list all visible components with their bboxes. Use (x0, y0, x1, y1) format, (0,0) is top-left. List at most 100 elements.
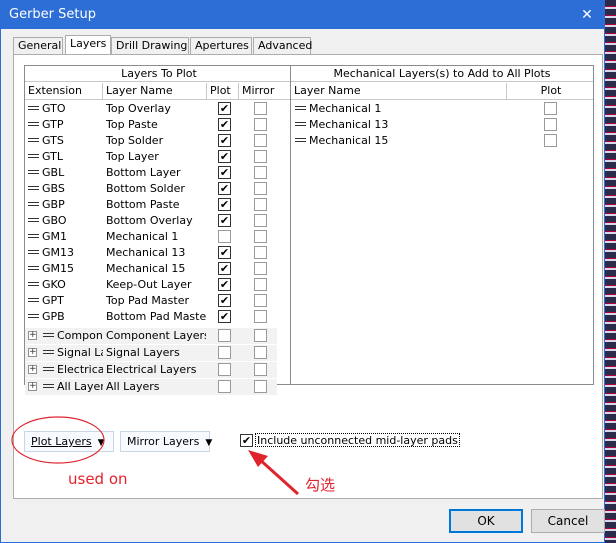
layer-line-icon (295, 106, 306, 110)
mirror-checkbox[interactable] (254, 262, 267, 275)
layer-row[interactable]: GM1 Mechanical 1 (25, 229, 293, 245)
group-plot-checkbox[interactable] (218, 363, 231, 376)
mirror-checkbox[interactable] (254, 310, 267, 323)
mirror-checkbox[interactable] (254, 278, 267, 291)
tab-drill-drawing[interactable]: Drill Drawing (111, 37, 189, 55)
mirror-checkbox[interactable] (254, 182, 267, 195)
tab-general[interactable]: General (13, 37, 63, 55)
close-icon[interactable]: ✕ (576, 4, 598, 26)
mirror-checkbox[interactable] (254, 198, 267, 211)
column-header-plot[interactable]: Plot (207, 83, 239, 99)
title-bar[interactable]: Gerber Setup ✕ (1, 1, 604, 29)
group-mirror-checkbox[interactable] (254, 380, 267, 393)
mirror-checkbox[interactable] (254, 150, 267, 163)
include-unconnected-checkbox[interactable] (240, 434, 253, 447)
plot-checkbox[interactable] (218, 278, 231, 291)
layer-row[interactable]: GBP Bottom Paste (25, 197, 293, 213)
layer-group-row[interactable]: + Electrical Electrical Layers (25, 362, 277, 378)
layer-row[interactable]: GM15 Mechanical 15 (25, 261, 293, 277)
layer-stack-icon (43, 350, 54, 354)
layer-extension-text: GM1 (42, 230, 68, 243)
layer-row[interactable]: GTL Top Layer (25, 149, 293, 165)
mechanical-row[interactable]: Mechanical 1 (291, 101, 593, 117)
plot-checkbox[interactable] (218, 214, 231, 227)
layer-group-row[interactable]: + All LayersAll Layers (25, 379, 277, 395)
layer-row[interactable]: GPB Bottom Pad Master (25, 309, 293, 325)
plot-checkbox[interactable] (218, 246, 231, 259)
layer-name: Bottom Paste (106, 198, 180, 211)
mirror-checkbox[interactable] (254, 102, 267, 115)
layer-extension-text: GTO (42, 102, 66, 115)
mirror-checkbox[interactable] (254, 246, 267, 259)
plot-checkbox[interactable] (218, 294, 231, 307)
column-header-mirror[interactable]: Mirror (239, 83, 295, 99)
plot-checkbox[interactable] (218, 310, 231, 323)
mechanical-plot-checkbox[interactable] (544, 118, 557, 131)
plot-checkbox[interactable] (218, 198, 231, 211)
mechanical-layer-name: Mechanical 1 (295, 101, 495, 117)
mechanical-row[interactable]: Mechanical 13 (291, 117, 593, 133)
layer-row[interactable]: GTO Top Overlay (25, 101, 293, 117)
expand-plus-icon[interactable]: + (28, 348, 37, 357)
mechanical-plot-checkbox[interactable] (544, 134, 557, 147)
layer-row[interactable]: GBS Bottom Solder (25, 181, 293, 197)
expand-plus-icon[interactable]: + (28, 365, 37, 374)
layer-group-row[interactable]: + Compon Component Layers (25, 328, 277, 344)
include-unconnected-label[interactable]: Include unconnected mid-layer pads (255, 433, 460, 447)
layer-group-row[interactable]: + Signal La Signal Layers (25, 345, 277, 361)
expand-plus-icon[interactable]: + (28, 331, 37, 340)
layer-row[interactable]: GKO Keep-Out Layer (25, 277, 293, 293)
layer-row[interactable]: GM13 Mechanical 13 (25, 245, 293, 261)
mirror-checkbox[interactable] (254, 134, 267, 147)
mechanical-plot-checkbox[interactable] (544, 102, 557, 115)
column-header-layer-name[interactable]: Layer Name (103, 83, 207, 99)
plot-layers-button[interactable]: Plot Layers ▼ (24, 431, 114, 452)
group-plot-checkbox[interactable] (218, 380, 231, 393)
layer-line-icon (295, 122, 306, 126)
layer-extension-text: GTS (42, 134, 64, 147)
cancel-button[interactable]: Cancel (531, 509, 605, 533)
group-mirror-checkbox[interactable] (254, 346, 267, 359)
plot-layers-label: Plot Layers (31, 435, 92, 448)
mechanical-layers-grid[interactable]: Mechanical Layers(s) to Add to All Plots… (290, 65, 594, 385)
mirror-checkbox[interactable] (254, 214, 267, 227)
layer-line-icon (28, 250, 39, 254)
plot-checkbox[interactable] (218, 262, 231, 275)
plot-checkbox[interactable] (218, 230, 231, 243)
column-header-mech-layer-name[interactable]: Layer Name (291, 83, 507, 99)
ok-button[interactable]: OK (449, 509, 523, 533)
group-plot-checkbox[interactable] (218, 346, 231, 359)
layer-row[interactable]: GBO Bottom Overlay (25, 213, 293, 229)
layer-line-icon (28, 122, 39, 126)
column-header-extension[interactable]: Extension (25, 83, 103, 99)
mirror-checkbox[interactable] (254, 166, 267, 179)
mirror-checkbox[interactable] (254, 118, 267, 131)
group-plot-checkbox[interactable] (218, 329, 231, 342)
tab-advanced[interactable]: Advanced (253, 37, 312, 55)
layer-row[interactable]: GPT Top Pad Master (25, 293, 293, 309)
plot-checkbox[interactable] (218, 118, 231, 131)
mirror-checkbox[interactable] (254, 294, 267, 307)
layer-name: Top Overlay (106, 102, 171, 115)
plot-checkbox[interactable] (218, 166, 231, 179)
expand-plus-icon[interactable]: + (28, 382, 37, 391)
group-mirror-checkbox[interactable] (254, 329, 267, 342)
mirror-checkbox[interactable] (254, 230, 267, 243)
tab-apertures[interactable]: Apertures (190, 37, 252, 55)
mechanical-layers-title: Mechanical Layers(s) to Add to All Plots (291, 66, 593, 82)
group-mirror-checkbox[interactable] (254, 363, 267, 376)
plot-checkbox[interactable] (218, 150, 231, 163)
layer-row[interactable]: GTP Top Paste (25, 117, 293, 133)
layers-to-plot-grid[interactable]: Layers To Plot Extension Layer Name Plot… (24, 65, 295, 395)
plot-checkbox[interactable] (218, 102, 231, 115)
layers-to-plot-title: Layers To Plot (25, 66, 293, 82)
layer-row[interactable]: GTS Top Solder (25, 133, 293, 149)
layer-extension: GBS (28, 181, 103, 197)
plot-checkbox[interactable] (218, 182, 231, 195)
column-header-mech-plot[interactable]: Plot (507, 83, 595, 99)
mechanical-row[interactable]: Mechanical 15 (291, 133, 593, 149)
mirror-layers-button[interactable]: Mirror Layers ▼ (120, 431, 212, 452)
plot-checkbox[interactable] (218, 134, 231, 147)
tab-layers[interactable]: Layers (65, 35, 111, 56)
layer-row[interactable]: GBL Bottom Layer (25, 165, 293, 181)
